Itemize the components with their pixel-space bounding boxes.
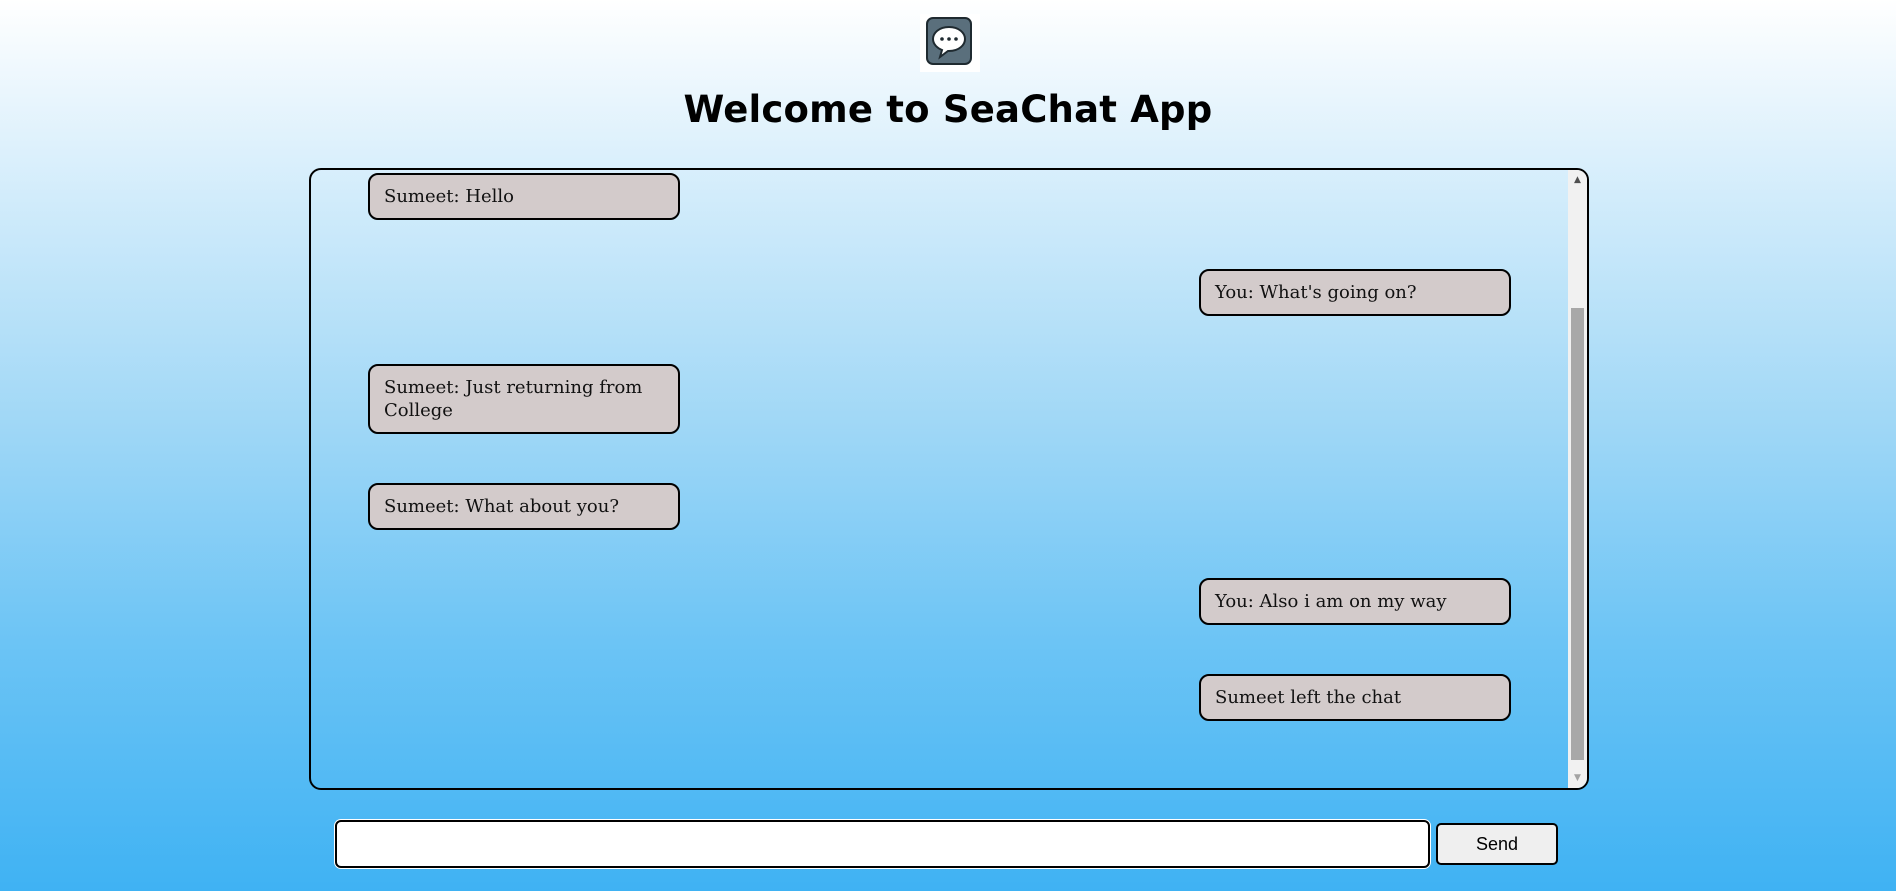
- message-bubble: You: Also i am on my way: [1199, 578, 1511, 625]
- chat-messages-panel[interactable]: Sumeet: Hello You: What's going on? Sume…: [309, 168, 1589, 790]
- message-bubble: You: What's going on?: [1199, 269, 1511, 316]
- scrollbar-thumb[interactable]: [1571, 308, 1584, 760]
- app-logo: [920, 14, 980, 72]
- chat-scrollbar[interactable]: ▲ ▼: [1568, 170, 1587, 788]
- message-bubble: Sumeet left the chat: [1199, 674, 1511, 721]
- message-bubble: Sumeet: Just returning from College: [368, 364, 680, 434]
- page-title: Welcome to SeaChat App: [683, 88, 1213, 131]
- message-input[interactable]: [335, 820, 1430, 868]
- message-bubble: Sumeet: What about you?: [368, 483, 680, 530]
- message-bubble: Sumeet: Hello: [368, 173, 680, 220]
- scroll-down-arrow-icon[interactable]: ▼: [1568, 770, 1587, 786]
- scroll-up-arrow-icon[interactable]: ▲: [1568, 172, 1587, 188]
- send-button[interactable]: Send: [1436, 823, 1558, 865]
- chat-bubble-icon: [926, 17, 972, 65]
